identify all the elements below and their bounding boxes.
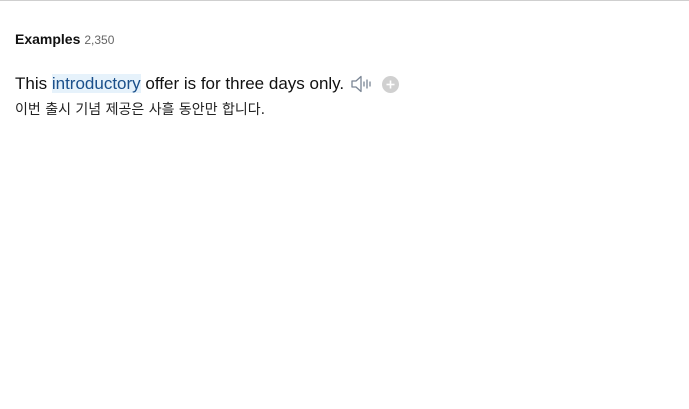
highlighted-keyword[interactable]: introductory xyxy=(51,74,141,93)
speaker-icon xyxy=(351,75,371,93)
example-item: This introductory offer is for three day… xyxy=(15,72,675,119)
example-translation: 이번 출시 기념 제공은 사흘 동안만 합니다. xyxy=(15,102,266,118)
examples-header: Examples 2,350 xyxy=(15,31,114,47)
examples-count: 2,350 xyxy=(84,33,115,47)
play-audio-button[interactable] xyxy=(350,74,374,94)
add-to-wordbook-button[interactable] xyxy=(382,75,400,93)
plus-circle-icon xyxy=(386,80,395,88)
top-divider xyxy=(0,0,689,1)
example-sentence: This introductory offer is for three day… xyxy=(15,74,344,94)
example-sentence-row: This introductory offer is for three day… xyxy=(15,72,675,96)
sentence-text-before: This xyxy=(15,74,52,93)
examples-title: Examples xyxy=(15,31,81,47)
sentence-text-after: offer is for three days only. xyxy=(140,74,345,93)
